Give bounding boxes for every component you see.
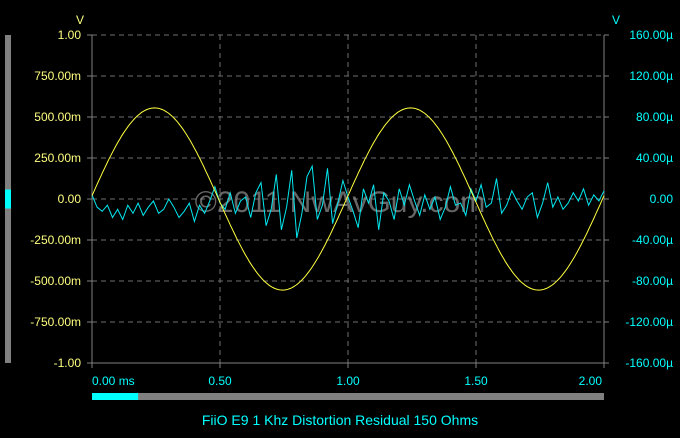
right-tick-label: -160.00µ xyxy=(625,356,673,370)
left-axis-unit: V xyxy=(76,13,84,27)
x-tick-label: 1.00 xyxy=(336,374,360,388)
horizontal-scrollbar-thumb[interactable] xyxy=(92,393,139,400)
right-tick-label: 80.00µ xyxy=(636,110,673,124)
x-tick-label: 1.50 xyxy=(464,374,488,388)
left-tick-label: -500.00m xyxy=(30,274,81,288)
left-tick-label: 0.00 xyxy=(58,192,82,206)
left-tick-label: 250.00m xyxy=(34,151,81,165)
right-tick-label: 160.00µ xyxy=(629,28,673,42)
left-tick-label: 750.00m xyxy=(34,69,81,83)
chart-title: FiiO E9 1 Khz Distortion Residual 150 Oh… xyxy=(201,412,479,428)
left-tick-label: -750.00m xyxy=(30,315,81,329)
x-tick-label: 0.00 ms xyxy=(92,374,135,388)
x-tick-label: 2.00 xyxy=(579,374,603,388)
right-tick-label: 40.00µ xyxy=(636,151,673,165)
left-tick-label: -250.00m xyxy=(30,233,81,247)
right-tick-label: 120.00µ xyxy=(629,69,673,83)
right-tick-label: -40.00µ xyxy=(632,233,673,247)
left-tick-label: -1.00 xyxy=(54,356,82,370)
vertical-scrollbar-thumb[interactable] xyxy=(5,189,11,209)
right-tick-label: 0.00 xyxy=(650,192,674,206)
left-tick-label: 1.00 xyxy=(58,28,82,42)
x-tick-label: 0.50 xyxy=(208,374,232,388)
scope-chart: V V 1.00 750.00m 500.00m 250.00m 0.00 -250.00… xyxy=(5,13,674,400)
right-tick-label: -120.00µ xyxy=(625,315,673,329)
right-tick-label: -80.00µ xyxy=(632,274,673,288)
left-tick-label: 500.00m xyxy=(34,110,81,124)
right-axis-unit: V xyxy=(612,13,620,27)
horizontal-scrollbar[interactable] xyxy=(92,393,604,400)
